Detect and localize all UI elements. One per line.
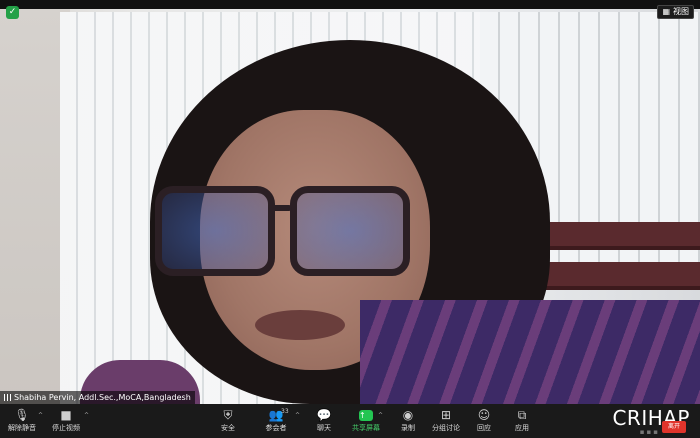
security-label: 安全 (221, 424, 235, 432)
view-label: 视图 (673, 7, 689, 16)
reactions-label: 回应 (477, 424, 491, 432)
record-label: 录制 (401, 424, 415, 432)
glasses-left-lens (155, 186, 275, 276)
share-screen-icon: ↑ (359, 410, 373, 421)
stop-video-button[interactable]: ■ 停止视频 (44, 407, 88, 437)
participant-name: Shabiha Pervin, Addl.Sec.,MoCA,Banglades… (14, 393, 191, 402)
chevron-up-icon[interactable]: ^ (295, 412, 300, 419)
stop-video-label: 停止视频 (52, 424, 80, 432)
breakout-rooms-icon: ⊞ (440, 408, 452, 422)
glasses-right-lens (290, 186, 410, 276)
grid-dots-icon: ▪▪▪ (639, 428, 660, 436)
video-feed (0, 0, 700, 404)
glasses-bridge (268, 205, 292, 211)
participants-label: 参会者 (265, 424, 287, 432)
chat-bubble-icon: 💬 (316, 408, 332, 422)
end-meeting-button[interactable]: 离开 (662, 421, 686, 433)
chevron-up-icon[interactable]: ^ (38, 412, 43, 419)
apps-label: 应用 (515, 424, 529, 432)
participants-button[interactable]: 👥 33 参会者 (254, 407, 298, 437)
breakout-label: 分组讨论 (432, 424, 460, 432)
encryption-shield-icon[interactable]: ✓ (6, 6, 19, 19)
smiley-icon: ☺ (477, 408, 491, 422)
participant-name-tag: Shabiha Pervin, Addl.Sec.,MoCA,Banglades… (0, 391, 195, 404)
chat-button[interactable]: 💬 聊天 (302, 407, 346, 437)
shield-icon: ⛨ (223, 408, 233, 422)
top-bar (0, 0, 700, 9)
view-button[interactable]: ▦ 视图 (657, 5, 694, 19)
video-camera-icon: ■ (60, 408, 72, 422)
unmute-label: 解除静音 (8, 424, 36, 432)
security-button[interactable]: ⛨ 安全 (206, 407, 250, 437)
meeting-toolbar: 🎙 解除静音 ^ ■ 停止视频 ^ ⛨ 安全 👥 33 参会者 ^ 💬 聊天 ↑… (0, 404, 700, 438)
share-label: 共享屏幕 (352, 424, 380, 432)
person-shirt (360, 300, 700, 404)
participants-count: 33 (281, 408, 289, 415)
grid-icon: ▦ (662, 7, 670, 16)
apps-icon: ⧉ (517, 408, 527, 422)
record-icon: ◉ (402, 408, 414, 422)
signal-icon (4, 394, 11, 401)
microphone-muted-icon: 🎙 (14, 408, 30, 422)
chevron-up-icon[interactable]: ^ (378, 412, 383, 419)
chat-label: 聊天 (317, 424, 331, 432)
apps-button[interactable]: ⧉ 应用 (500, 407, 544, 437)
chevron-up-icon[interactable]: ^ (84, 412, 89, 419)
person-mouth (255, 310, 345, 340)
